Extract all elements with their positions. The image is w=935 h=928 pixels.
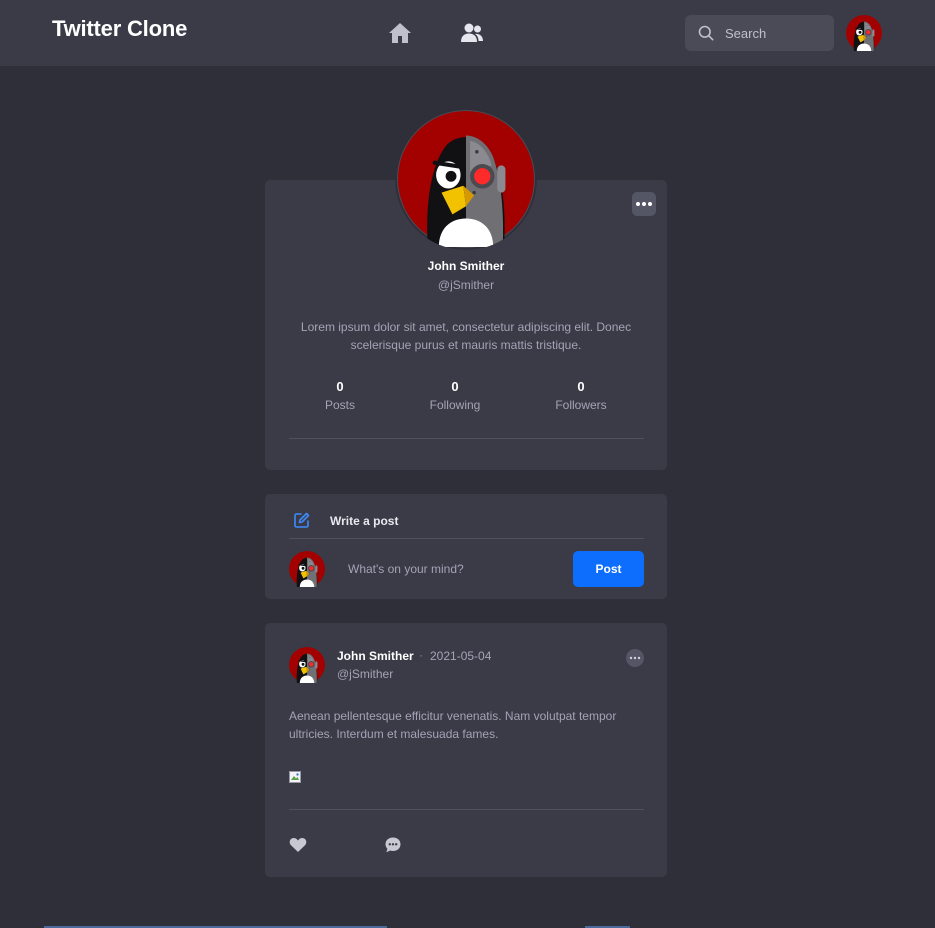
search-icon: [698, 25, 714, 41]
stat-following-count: 0: [451, 379, 459, 394]
profile-options-button[interactable]: [632, 192, 656, 216]
top-navbar: Twitter Clone: [0, 0, 935, 66]
profile-bio: Lorem ipsum dolor sit amet, consectetur …: [300, 320, 632, 352]
compose-avatar: [289, 551, 325, 587]
ellipsis-icon: [629, 656, 641, 660]
post-button[interactable]: Post: [573, 551, 644, 587]
users-icon[interactable]: [460, 22, 484, 44]
broken-image-icon: [289, 771, 301, 783]
user-avatar[interactable]: [846, 15, 882, 51]
post-author-handle: @jSmither: [337, 667, 394, 681]
post-separator: ·: [419, 648, 423, 662]
heart-icon[interactable]: [289, 837, 307, 853]
stat-posts-count: 0: [336, 379, 344, 394]
profile-name: John Smither: [427, 259, 505, 273]
post-author-name[interactable]: John Smither: [337, 649, 414, 663]
stat-posts[interactable]: 0 Posts: [295, 379, 385, 412]
compose-card: Write a post Post: [265, 494, 667, 599]
search-box: [685, 15, 834, 51]
divider: [289, 538, 644, 539]
comment-icon[interactable]: [384, 836, 402, 854]
stat-followers[interactable]: 0 Followers: [536, 379, 626, 412]
stat-posts-label: Posts: [324, 398, 355, 412]
search-input[interactable]: [725, 15, 830, 51]
home-icon[interactable]: [388, 22, 412, 44]
compose-title: Write a post: [330, 514, 399, 528]
post-date: 2021-05-04: [430, 649, 492, 663]
divider: [289, 438, 644, 439]
stat-followers-count: 0: [577, 379, 585, 394]
stat-following-label: Following: [429, 398, 481, 412]
divider: [289, 809, 644, 810]
post-text: Aenean pellentesque efficitur venenatis.…: [289, 709, 617, 741]
post-card: John Smither · 2021-05-04 @jSmither Aene…: [265, 623, 667, 877]
post-author-avatar[interactable]: [289, 647, 325, 683]
stat-followers-label: Followers: [555, 398, 607, 412]
post-options-button[interactable]: [626, 649, 644, 667]
profile-avatar: [395, 108, 537, 250]
profile-handle: @jSmither: [437, 278, 495, 292]
compose-input[interactable]: [338, 551, 558, 587]
edit-icon: [294, 512, 310, 528]
ellipsis-icon: [636, 202, 652, 206]
stat-following[interactable]: 0 Following: [410, 379, 500, 412]
brand-title[interactable]: Twitter Clone: [52, 16, 187, 42]
